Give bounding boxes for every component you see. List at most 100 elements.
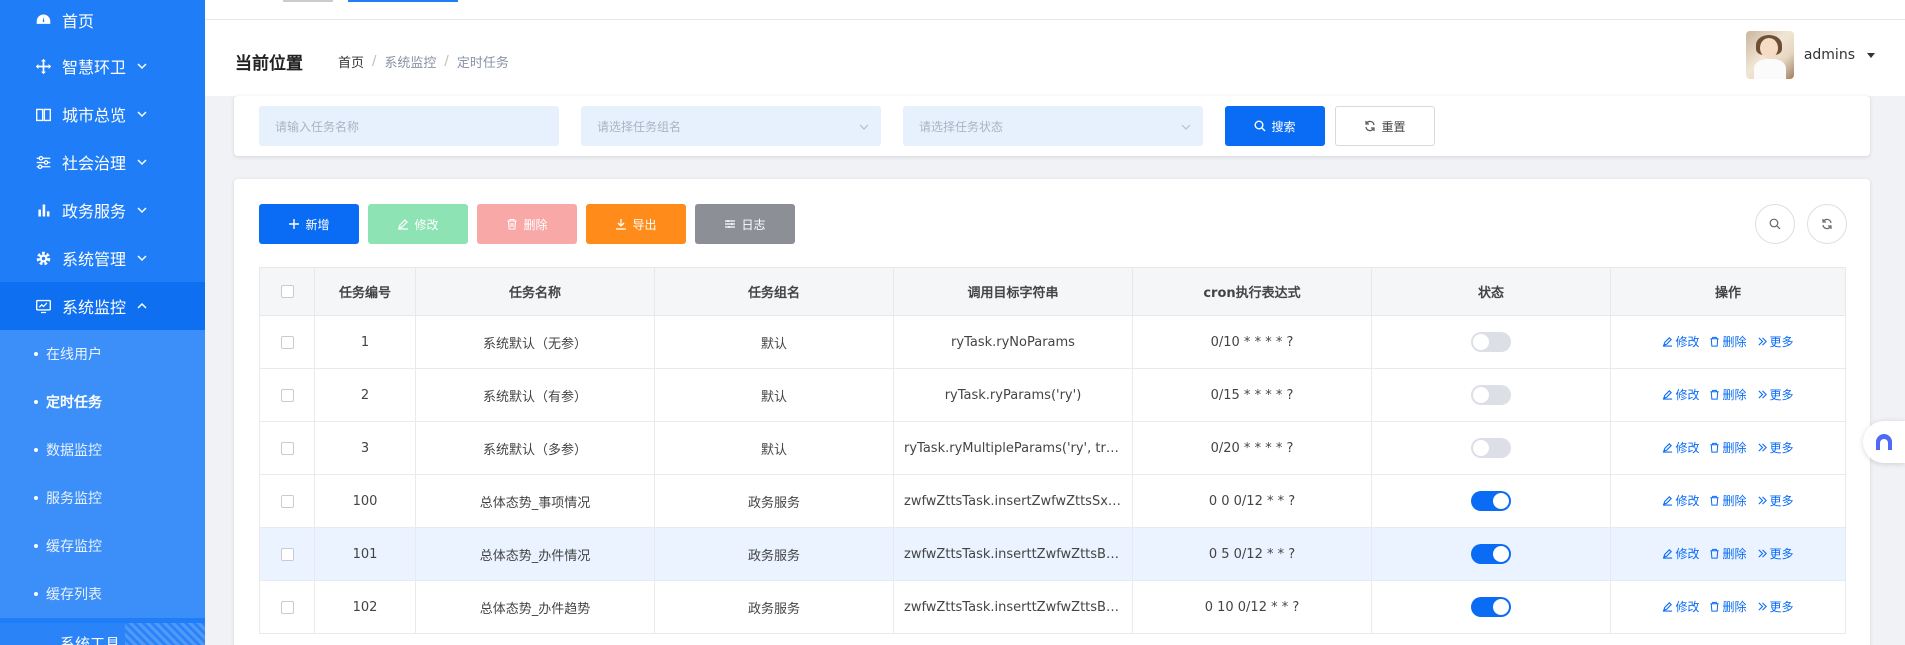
- search-button[interactable]: 搜索: [1225, 106, 1325, 146]
- caret-down-icon[interactable]: [1867, 52, 1875, 58]
- bullet-icon: [34, 544, 38, 548]
- column-header: 调用目标字符串: [893, 267, 1133, 316]
- sliders-icon: [34, 153, 52, 171]
- submenu-item-scheduled-tasks[interactable]: 定时任务: [0, 378, 205, 426]
- task-group-select[interactable]: 请选择任务组名: [581, 106, 881, 146]
- row-edit-link[interactable]: 修改: [1662, 545, 1699, 562]
- double-chevron-right-icon: [1757, 443, 1767, 452]
- row-more-link[interactable]: 更多: [1757, 545, 1794, 562]
- actions-cell: 修改 删除 更多: [1610, 474, 1846, 528]
- row-more-link[interactable]: 更多: [1757, 492, 1794, 509]
- row-delete-link[interactable]: 删除: [1709, 492, 1747, 509]
- bullet-icon: [34, 352, 38, 356]
- edit-button[interactable]: 修改: [368, 204, 468, 244]
- row-checkbox[interactable]: [259, 474, 315, 528]
- sidebar-item-city-overview[interactable]: 城市总览: [0, 90, 205, 138]
- sidebar-item-label: 城市总览: [62, 106, 127, 125]
- row-checkbox[interactable]: [259, 421, 315, 475]
- sidebar-item-system-management[interactable]: 系统管理: [0, 234, 205, 282]
- breadcrumb-item-home[interactable]: 首页: [338, 52, 364, 71]
- row-delete-link[interactable]: 删除: [1709, 333, 1747, 350]
- user-menu[interactable]: admins: [1745, 31, 1875, 79]
- double-chevron-right-icon: [1757, 549, 1767, 558]
- table-row[interactable]: 101 总体态势_办件情况 政务服务 zwfwZttsTask.inserttZwfw…: [259, 527, 1846, 581]
- chevron-down-icon: [859, 121, 869, 131]
- table-row[interactable]: 1 系统默认（无参） 默认 ryTask.ryNoParams 0/10 * * * *…: [259, 315, 1846, 369]
- submenu-item-cache-list[interactable]: 缓存列表: [0, 570, 205, 618]
- row-checkbox[interactable]: [259, 527, 315, 581]
- submenu-item-cache-monitor[interactable]: 缓存监控: [0, 522, 205, 570]
- row-delete-link[interactable]: 删除: [1709, 439, 1747, 456]
- sidebar-item-label: 社会治理: [62, 154, 127, 173]
- row-checkbox[interactable]: [259, 315, 315, 369]
- double-chevron-right-icon: [1757, 602, 1767, 611]
- log-button[interactable]: 日志: [695, 204, 795, 244]
- sidebar-item-home[interactable]: 首页: [0, 0, 205, 42]
- sidebar-item-system-monitor[interactable]: 系统监控: [0, 282, 205, 330]
- tag-tab[interactable]: [283, 0, 333, 2]
- status-switch[interactable]: [1471, 438, 1511, 458]
- row-checkbox[interactable]: [259, 580, 315, 634]
- list-icon: [725, 220, 736, 228]
- row-edit-label: 修改: [1675, 600, 1700, 614]
- table-header-row: 任务编号 任务名称 任务组名 调用目标字符串 cron执行表达式 状态 操作: [259, 267, 1846, 316]
- reset-button[interactable]: 重置: [1335, 106, 1435, 146]
- row-delete-link[interactable]: 删除: [1709, 386, 1747, 403]
- row-delete-link[interactable]: 删除: [1709, 598, 1747, 615]
- task-name-input[interactable]: 请输入任务名称: [259, 106, 559, 146]
- sidebar-item-label: 首页: [62, 12, 95, 31]
- row-edit-label: 修改: [1675, 441, 1700, 455]
- search-icon: [1254, 120, 1266, 132]
- sidebar-item-government-service[interactable]: 政务服务: [0, 186, 205, 234]
- search-button-label: 搜索: [1271, 119, 1296, 134]
- status-switch[interactable]: [1471, 491, 1511, 511]
- row-edit-link[interactable]: 修改: [1662, 439, 1699, 456]
- tags-bar: [205, 0, 1905, 20]
- row-delete-link[interactable]: 删除: [1709, 545, 1747, 562]
- select-all-checkbox[interactable]: [259, 267, 315, 316]
- status-switch[interactable]: [1471, 332, 1511, 352]
- task-group-placeholder: 请选择任务组名: [597, 119, 682, 134]
- refresh-button[interactable]: [1807, 204, 1847, 244]
- row-edit-link[interactable]: 修改: [1662, 598, 1699, 615]
- row-edit-link[interactable]: 修改: [1662, 492, 1699, 509]
- table-row[interactable]: 3 系统默认（多参） 默认 ryTask.ryMultipleParams('ry',…: [259, 421, 1846, 475]
- tag-tab-active[interactable]: [348, 0, 458, 2]
- row-more-link[interactable]: 更多: [1757, 333, 1794, 350]
- status-cell: [1371, 474, 1611, 528]
- status-switch[interactable]: [1471, 385, 1511, 405]
- toggle-search-button[interactable]: [1755, 204, 1795, 244]
- bullet-icon: [34, 592, 38, 596]
- breadcrumb-item-system-monitor[interactable]: 系统监控: [384, 52, 436, 71]
- row-edit-link[interactable]: 修改: [1662, 333, 1699, 350]
- status-switch[interactable]: [1471, 597, 1511, 617]
- sidebar-item-system-tools[interactable]: 系统工具: [0, 623, 205, 645]
- table-row[interactable]: 100 总体态势_事项情况 政务服务 zwfwZttsTask.insertZwfwZ…: [259, 474, 1846, 528]
- edit-icon: [1663, 549, 1673, 559]
- submenu-item-data-monitor[interactable]: 数据监控: [0, 426, 205, 474]
- row-more-link[interactable]: 更多: [1757, 386, 1794, 403]
- delete-button[interactable]: 删除: [477, 204, 577, 244]
- chevron-down-icon: [136, 204, 148, 216]
- page-header: 当前位置 首页 / 系统监控 / 定时任务 admins: [205, 20, 1905, 96]
- row-more-link[interactable]: 更多: [1757, 439, 1794, 456]
- submenu-item-online-users[interactable]: 在线用户: [0, 330, 205, 378]
- status-switch[interactable]: [1471, 544, 1511, 564]
- username[interactable]: admins: [1804, 47, 1855, 63]
- table-row[interactable]: 2 系统默认（有参） 默认 ryTask.ryParams('ry') 0/15 * *…: [259, 368, 1846, 422]
- status-cell: [1371, 527, 1611, 581]
- cron-cell: 0/20 * * * * ?: [1132, 421, 1372, 475]
- avatar[interactable]: [1745, 31, 1794, 79]
- export-button[interactable]: 导出: [586, 204, 686, 244]
- row-more-link[interactable]: 更多: [1757, 598, 1794, 615]
- assistant-button[interactable]: [1863, 421, 1905, 463]
- table-row[interactable]: 102 总体态势_办件趋势 政务服务 zwfwZttsTask.inserttZwfw…: [259, 580, 1846, 634]
- row-checkbox[interactable]: [259, 368, 315, 422]
- row-edit-link[interactable]: 修改: [1662, 386, 1699, 403]
- sidebar-item-smart-sanitation[interactable]: 智慧环卫: [0, 42, 205, 90]
- submenu-item-service-monitor[interactable]: 服务监控: [0, 474, 205, 522]
- sidebar-item-social-governance[interactable]: 社会治理: [0, 138, 205, 186]
- task-status-select[interactable]: 请选择任务状态: [903, 106, 1203, 146]
- add-button[interactable]: 新增: [259, 204, 359, 244]
- invoke-target-cell: zwfwZttsTask.insertZwfwZttsSxq...: [893, 474, 1133, 528]
